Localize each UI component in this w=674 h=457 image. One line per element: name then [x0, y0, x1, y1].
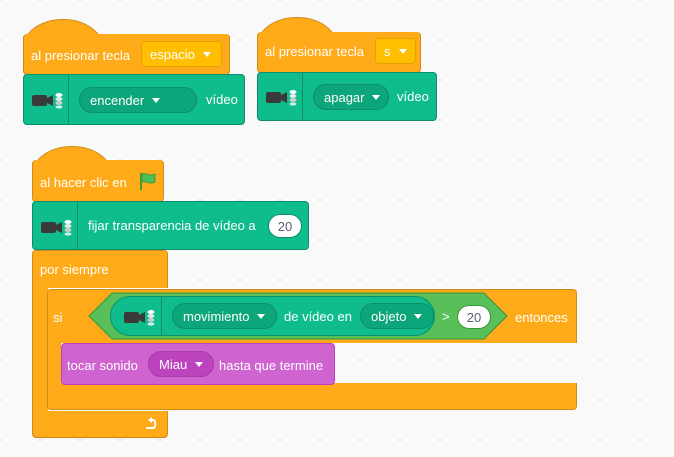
sound-prefix: tocar sonido	[67, 358, 138, 373]
forever-label: por siempre	[40, 262, 109, 277]
when-flag-clicked-block[interactable]: al hacer clic en	[32, 160, 164, 202]
chevron-down-icon	[372, 94, 381, 100]
if-arm	[47, 342, 61, 384]
transparency-label: fijar transparencia de vídeo a	[88, 218, 256, 233]
if-bottom	[47, 383, 577, 410]
video-state-value: encender	[90, 92, 145, 108]
chevron-down-icon	[414, 313, 423, 319]
when-key-pressed-block[interactable]: al presionar tecla espacio	[23, 34, 230, 75]
if-label: si	[53, 310, 63, 325]
video-camera-icon	[31, 90, 63, 110]
set-video-transparency-block[interactable]: fijar transparencia de vídeo a 20	[32, 201, 309, 250]
video-state-dropdown[interactable]: apagar	[313, 84, 389, 110]
key-dropdown[interactable]: s	[375, 38, 416, 64]
chevron-down-icon	[152, 97, 161, 103]
forever-arm	[32, 287, 48, 412]
video-camera-icon	[40, 217, 72, 237]
sound-value: Miau	[159, 356, 188, 372]
divider	[302, 73, 303, 120]
sound-dropdown[interactable]: Miau	[148, 351, 214, 377]
compare-operator: >	[442, 309, 450, 324]
motion-middle-label: de vídeo en	[284, 309, 352, 324]
video-state-dropdown[interactable]: encender	[79, 87, 197, 113]
when-key-pressed-block[interactable]: al presionar tecla s	[257, 32, 421, 73]
turn-video-block[interactable]: apagar vídeo	[257, 72, 437, 121]
turn-video-block[interactable]: encender vídeo	[23, 74, 245, 125]
motion-target-dropdown[interactable]: objeto	[360, 303, 434, 329]
motion-attribute-value: movimiento	[183, 308, 250, 324]
divider	[77, 202, 78, 249]
video-camera-icon	[123, 307, 155, 327]
sound-suffix: hasta que termine	[219, 358, 324, 373]
forever-bottom	[32, 411, 168, 438]
green-flag-icon	[140, 173, 156, 190]
video-suffix: vídeo	[397, 89, 429, 104]
video-suffix: vídeo	[206, 92, 238, 107]
key-value: s	[384, 43, 391, 59]
chevron-down-icon	[398, 48, 407, 54]
divider	[68, 75, 69, 124]
motion-target-value: objeto	[371, 308, 407, 324]
chevron-down-icon	[202, 51, 211, 57]
video-camera-icon	[265, 87, 297, 107]
transparency-input[interactable]: 20	[268, 214, 302, 238]
then-label: entonces	[515, 310, 568, 325]
video-state-value: apagar	[324, 89, 365, 105]
forever-block[interactable]: por siempre	[32, 250, 168, 288]
video-motion-reporter[interactable]: movimiento de vídeo en objeto	[110, 296, 435, 336]
hat-label: al presionar tecla	[31, 48, 130, 63]
chevron-down-icon	[257, 313, 266, 319]
chevron-down-icon	[195, 361, 204, 367]
play-sound-until-done-block[interactable]: tocar sonido Miau hasta que termine	[61, 343, 335, 385]
divider	[161, 297, 162, 335]
key-dropdown[interactable]: espacio	[141, 41, 222, 67]
motion-attribute-dropdown[interactable]: movimiento	[172, 303, 277, 329]
hat-label: al presionar tecla	[265, 44, 364, 59]
key-value: espacio	[150, 46, 195, 62]
hat-label: al hacer clic en	[40, 175, 127, 190]
compare-value-input[interactable]: 20	[457, 305, 491, 329]
loop-arrow-icon	[146, 417, 157, 429]
